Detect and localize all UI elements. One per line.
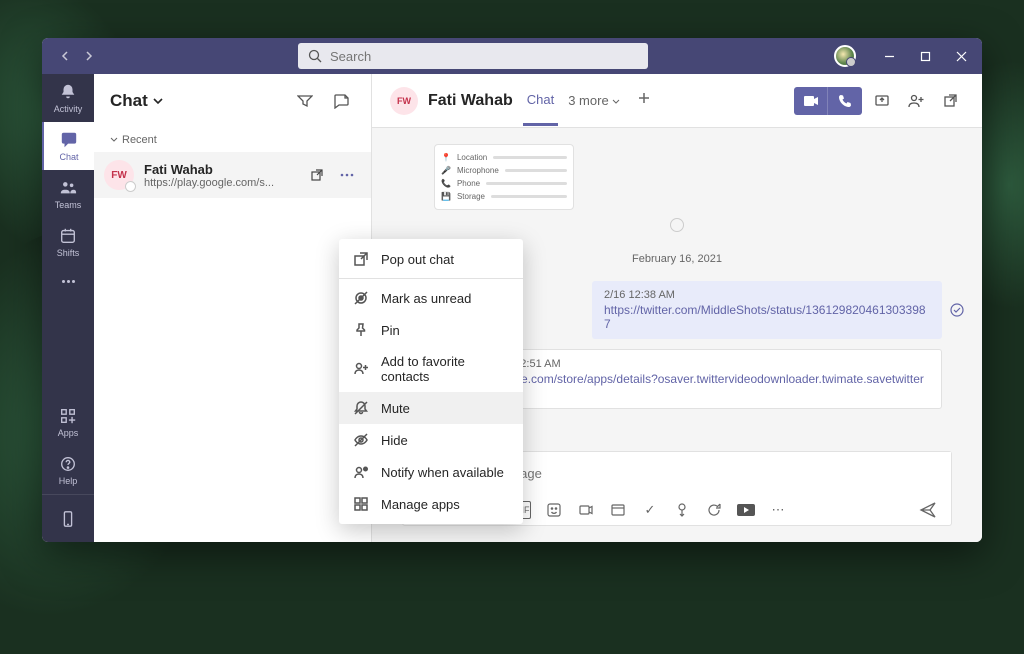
popout-icon [353,251,369,267]
message-bubble[interactable]: 2/16 12:38 AM https://twitter.com/Middle… [592,281,942,339]
chat-list-panel: Chat Recent FW Fati Wahab https://play.g… [94,74,372,542]
praise-icon[interactable] [673,501,691,519]
attachment-card[interactable]: 📍Location 🎤Microphone 📞Phone 💾Storage [434,144,574,210]
mute-icon [353,400,369,416]
hide-icon [353,432,369,448]
section-recent[interactable]: Recent [94,128,371,152]
chat-item-avatar: FW [104,160,134,190]
rail-apps[interactable]: Apps [42,398,94,446]
menu-popout[interactable]: Pop out chat [339,243,523,275]
rail-label: Apps [58,428,79,438]
minimize-button[interactable] [872,38,906,74]
more-icon[interactable]: ⋯ [769,501,787,519]
approve-icon[interactable]: ✓ [641,501,659,519]
rail-help[interactable]: Help [42,446,94,494]
filter-button[interactable] [291,87,319,115]
teams-window: Activity Chat Teams Shifts Apps [42,38,982,542]
message-time: 6 12:51 AM [505,358,929,370]
search-box[interactable] [298,43,648,69]
pin-icon [353,322,369,338]
chevron-down-icon [611,96,621,106]
search-input[interactable] [330,49,638,64]
notify-icon [353,464,369,480]
chat-list-title[interactable]: Chat [110,91,164,111]
rail-label: Activity [54,104,83,114]
user-avatar[interactable] [834,45,856,67]
apps-icon [353,496,369,512]
forward-button[interactable] [80,47,98,65]
refresh-icon[interactable] [705,501,723,519]
menu-hide[interactable]: Hide [339,424,523,456]
popout-button[interactable] [936,87,964,115]
tab-chat[interactable]: Chat [523,76,558,126]
conversation-title: Fati Wahab [428,92,513,110]
menu-pin[interactable]: Pin [339,314,523,346]
search-icon [308,49,322,63]
message-link[interactable]: https://twitter.com/MiddleShots/status/1… [604,303,930,331]
message-time: 2/16 12:38 AM [604,289,930,301]
new-chat-button[interactable] [327,87,355,115]
message-link[interactable]: ogle.com/store/apps/details?osaver.twitt… [505,372,929,400]
sticker-icon[interactable] [545,501,563,519]
menu-mute[interactable]: Mute [339,392,523,424]
video-call-button[interactable] [794,87,828,115]
app-rail: Activity Chat Teams Shifts Apps [42,74,94,542]
menu-favorite[interactable]: Add to favorite contacts [339,346,523,392]
add-tab-button[interactable] [631,85,657,116]
rail-label: Shifts [57,248,80,258]
rail-chat[interactable]: Chat [42,122,94,170]
popout-icon[interactable] [303,161,331,189]
rail-label: Teams [55,200,82,210]
rail-teams[interactable]: Teams [42,170,94,218]
rail-more[interactable] [42,266,94,297]
chat-item-preview: https://play.google.com/s... [144,177,293,189]
conversation-header: FW Fati Wahab Chat 3 more [372,74,982,128]
chat-item[interactable]: FW Fati Wahab https://play.google.com/s.… [94,152,371,198]
rail-label: Chat [59,152,78,162]
chat-item-name: Fati Wahab [144,162,293,177]
meetnow-icon[interactable] [577,501,595,519]
titlebar [42,38,982,74]
chevron-down-icon [152,95,164,107]
favorite-icon [353,361,369,377]
menu-notify[interactable]: Notify when available [339,456,523,488]
message-bubble[interactable]: 6 12:51 AM ogle.com/store/apps/details?o… [492,349,942,409]
menu-manage-apps[interactable]: Manage apps [339,488,523,520]
add-people-button[interactable] [902,87,930,115]
rail-shifts[interactable]: Shifts [42,218,94,266]
stream-icon[interactable] [737,501,755,519]
send-button[interactable] [919,501,937,519]
chat-context-menu: Pop out chat Mark as unread Pin Add to f… [339,239,523,524]
tab-more[interactable]: 3 more [568,93,620,108]
share-screen-button[interactable] [868,87,896,115]
read-status-icon [950,303,964,317]
menu-unread[interactable]: Mark as unread [339,282,523,314]
loop-icon[interactable] [609,501,627,519]
rail-mobile[interactable] [42,494,94,542]
conversation-avatar: FW [390,87,418,115]
rail-label: Help [59,476,78,486]
back-button[interactable] [56,47,74,65]
close-button[interactable] [944,38,978,74]
chat-item-more-button[interactable] [333,161,361,189]
rail-activity[interactable]: Activity [42,74,94,122]
chevron-down-icon [110,136,118,144]
unread-icon [353,290,369,306]
maximize-button[interactable] [908,38,942,74]
audio-call-button[interactable] [828,87,862,115]
